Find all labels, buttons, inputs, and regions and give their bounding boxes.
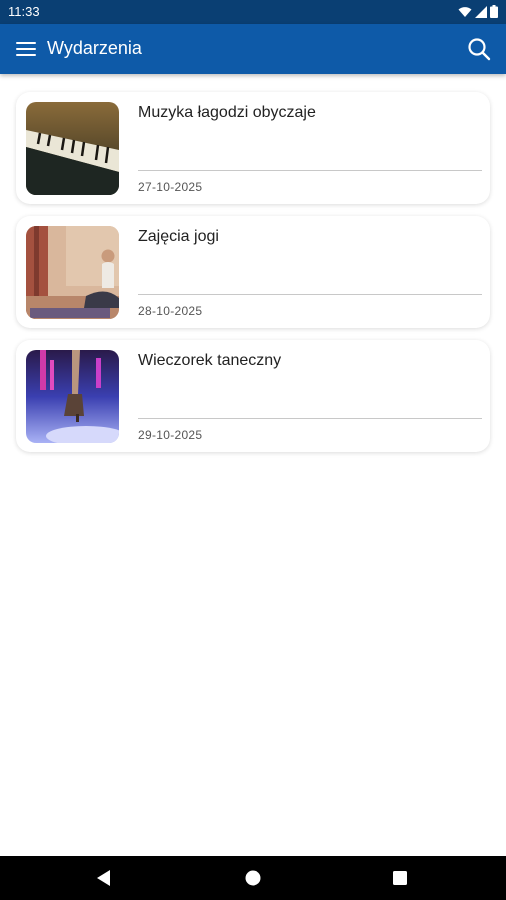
event-card[interactable]: Wieczorek taneczny 29-10-2025: [16, 340, 490, 452]
battery-icon: [490, 5, 498, 18]
navigation-bar: [0, 856, 506, 900]
search-icon[interactable]: [466, 36, 492, 62]
status-bar: 11:33: [0, 0, 506, 24]
menu-icon: [16, 42, 36, 44]
event-title: Wieczorek taneczny: [138, 352, 282, 369]
yoga-image: [26, 226, 119, 319]
page-title: Wydarzenia: [47, 38, 142, 58]
event-card[interactable]: Muzyka łagodzi obyczaje 27-10-2025: [16, 92, 490, 204]
piano-image: [26, 102, 119, 195]
divider: [138, 294, 482, 295]
back-icon[interactable]: [93, 867, 115, 889]
divider: [138, 418, 482, 419]
signal-icon: [475, 5, 487, 18]
dance-image: [26, 350, 119, 443]
divider: [138, 170, 482, 171]
event-card[interactable]: Zajęcia jogi 28-10-2025: [16, 216, 490, 328]
home-icon[interactable]: [242, 867, 264, 889]
event-date: 28-10-2025: [138, 304, 203, 318]
wifi-icon: [458, 6, 472, 17]
recents-icon[interactable]: [389, 867, 411, 889]
event-date: 29-10-2025: [138, 428, 203, 442]
event-title: Muzyka łagodzi obyczaje: [138, 104, 316, 121]
event-title: Zajęcia jogi: [138, 228, 219, 245]
status-icons: [458, 5, 498, 18]
app-bar: Wydarzenia: [0, 24, 506, 74]
menu-button[interactable]: [16, 39, 36, 59]
event-date: 27-10-2025: [138, 180, 203, 194]
status-time: 11:33: [8, 4, 40, 19]
